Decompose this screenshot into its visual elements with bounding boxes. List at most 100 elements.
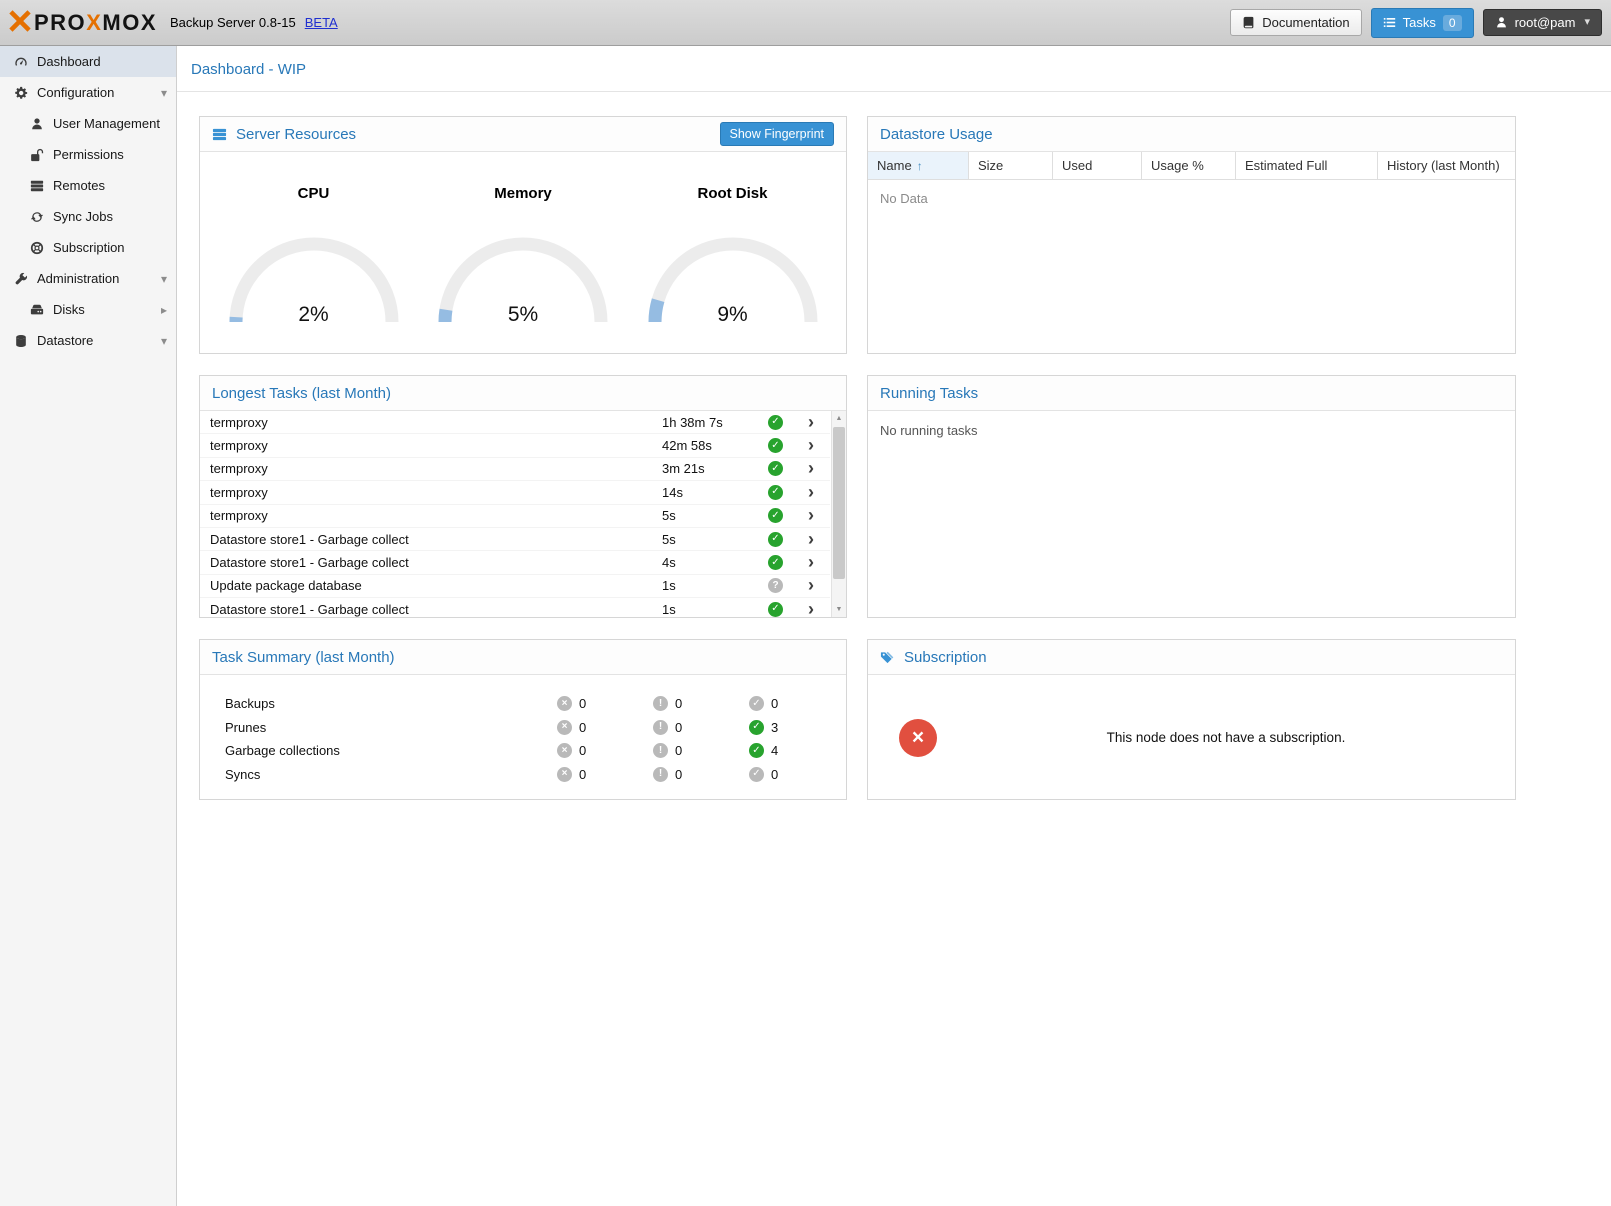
chevron-right-icon[interactable]: › xyxy=(804,458,830,479)
summary-count: 0 xyxy=(771,767,778,782)
top-bar: PROXMOX Backup Server 0.8-15 BETA Docume… xyxy=(0,0,1611,46)
chevron-right-icon[interactable]: › xyxy=(804,552,830,573)
server-resources-header: Server Resources Show Fingerprint xyxy=(200,117,846,152)
sidebar-item-sync-jobs[interactable]: Sync Jobs xyxy=(0,201,176,232)
task-row[interactable]: termproxy5s✓› xyxy=(200,505,830,528)
sidebar-item-label: Disks xyxy=(53,302,85,317)
show-fingerprint-button[interactable]: Show Fingerprint xyxy=(720,122,835,147)
documentation-button[interactable]: Documentation xyxy=(1230,9,1361,36)
summary-count: 0 xyxy=(675,696,682,711)
book-icon xyxy=(1242,16,1255,29)
column-header-estimated-full[interactable]: Estimated Full xyxy=(1236,152,1378,179)
scroll-down-icon[interactable]: ▼ xyxy=(832,602,846,617)
summary-count-cell: ✓4 xyxy=(749,743,846,758)
task-duration: 1h 38m 7s xyxy=(662,415,768,430)
status-ok-icon: ✓ xyxy=(768,602,783,617)
scroll-up-icon[interactable]: ▲ xyxy=(832,411,846,426)
chevron-right-icon[interactable]: › xyxy=(804,599,830,617)
chevron-right-icon[interactable]: › xyxy=(804,529,830,550)
status-ok-icon: ✓ xyxy=(768,555,783,570)
task-duration: 4s xyxy=(662,555,768,570)
longest-tasks-title: Longest Tasks (last Month) xyxy=(212,385,391,402)
summary-count-cell: !0 xyxy=(653,743,749,758)
server-resources-panel: Server Resources Show Fingerprint CPU2%M… xyxy=(199,116,847,354)
sidebar-item-subscription[interactable]: Subscription xyxy=(0,232,176,263)
task-row[interactable]: termproxy42m 58s✓› xyxy=(200,434,830,457)
status-ok-icon: ✓ xyxy=(768,532,783,547)
summary-label: Syncs xyxy=(225,767,557,782)
sidebar-item-configuration[interactable]: Configuration xyxy=(0,77,176,108)
gauge-percent: 9% xyxy=(637,303,829,327)
proxmox-logo: PROXMOX xyxy=(9,10,157,36)
status-ok-icon: ✓ xyxy=(768,508,783,523)
datastore-usage-title: Datastore Usage xyxy=(880,126,993,143)
caret-right-icon[interactable] xyxy=(161,303,167,317)
server-resources-title: Server Resources xyxy=(236,126,356,143)
datastore-usage-panel: Datastore Usage Name ↑ Size Used Usage %… xyxy=(867,116,1516,354)
summary-row-garbage-collections: Garbage collections×0!0✓4 xyxy=(225,739,846,763)
subscription-panel: Subscription × This node does not have a… xyxy=(867,639,1516,800)
task-name: Update package database xyxy=(210,578,662,593)
subscription-title: Subscription xyxy=(904,649,987,666)
chevron-right-icon[interactable]: › xyxy=(804,482,830,503)
vertical-scrollbar[interactable]: ▲ ▼ xyxy=(831,411,846,617)
right-column: Datastore Usage Name ↑ Size Used Usage %… xyxy=(867,116,1516,800)
scrollbar-thumb[interactable] xyxy=(833,427,845,579)
sidebar-item-disks[interactable]: Disks xyxy=(0,294,176,325)
user-menu-button[interactable]: root@pam ▾ xyxy=(1483,9,1602,36)
column-header-name[interactable]: Name ↑ xyxy=(868,152,969,179)
sidebar-item-user-management[interactable]: User Management xyxy=(0,108,176,139)
sidebar-item-dashboard[interactable]: Dashboard xyxy=(0,46,176,77)
caret-down-icon[interactable] xyxy=(161,272,167,286)
task-summary-header: Task Summary (last Month) xyxy=(200,640,846,675)
caret-down-icon[interactable] xyxy=(161,86,167,100)
task-name: termproxy xyxy=(210,485,662,500)
user-icon xyxy=(29,117,44,131)
summary-count-cell: ×0 xyxy=(557,720,653,735)
caret-down-icon[interactable] xyxy=(161,334,167,348)
summary-count: 0 xyxy=(579,696,586,711)
sidebar-item-administration[interactable]: Administration xyxy=(0,263,176,294)
task-row[interactable]: termproxy3m 21s✓› xyxy=(200,458,830,481)
longest-tasks-panel: Longest Tasks (last Month) termproxy1h 3… xyxy=(199,375,847,618)
sidebar-item-datastore[interactable]: Datastore xyxy=(0,325,176,356)
summary-label: Garbage collections xyxy=(225,743,557,758)
sidebar-item-label: Configuration xyxy=(37,85,114,100)
tasks-count-badge: 0 xyxy=(1443,15,1462,31)
longest-tasks-body: termproxy1h 38m 7s✓›termproxy42m 58s✓›te… xyxy=(200,411,846,617)
task-row[interactable]: termproxy1h 38m 7s✓› xyxy=(200,411,830,434)
server-bars-icon xyxy=(212,127,227,142)
datastore-usage-header: Datastore Usage xyxy=(868,117,1515,152)
root-disk-gauge: Root Disk9% xyxy=(637,185,829,329)
column-header-history[interactable]: History (last Month) xyxy=(1378,152,1515,179)
chevron-right-icon[interactable]: › xyxy=(804,412,830,433)
task-row[interactable]: Datastore store1 - Garbage collect5s✓› xyxy=(200,528,830,551)
chevron-right-icon[interactable]: › xyxy=(804,505,830,526)
summary-count-cell: !0 xyxy=(653,767,749,782)
task-row[interactable]: termproxy14s✓› xyxy=(200,481,830,504)
status-ok-icon: ✓ xyxy=(768,485,783,500)
chevron-right-icon[interactable]: › xyxy=(804,435,830,456)
task-row[interactable]: Datastore store1 - Garbage collect4s✓› xyxy=(200,551,830,574)
column-header-size[interactable]: Size xyxy=(969,152,1053,179)
task-row[interactable]: Update package database1s?› xyxy=(200,575,830,598)
summary-count: 0 xyxy=(579,743,586,758)
tasks-button[interactable]: Tasks 0 xyxy=(1371,8,1474,38)
ok-count-icon: ✓ xyxy=(749,720,764,735)
sidebar-item-permissions[interactable]: Permissions xyxy=(0,139,176,170)
ok-count-icon: ✓ xyxy=(749,743,764,758)
cogs-icon xyxy=(13,86,28,100)
summary-row-prunes: Prunes×0!0✓3 xyxy=(225,716,846,740)
sidebar-item-remotes[interactable]: Remotes xyxy=(0,170,176,201)
beta-link[interactable]: BETA xyxy=(305,15,338,30)
column-header-usage-pct[interactable]: Usage % xyxy=(1142,152,1236,179)
status-ok-icon: ✓ xyxy=(768,438,783,453)
chevron-right-icon[interactable]: › xyxy=(804,575,830,596)
summary-count: 0 xyxy=(675,720,682,735)
task-row[interactable]: Datastore store1 - Garbage collect1s✓› xyxy=(200,598,830,617)
column-header-used[interactable]: Used xyxy=(1053,152,1142,179)
proxmox-x-mark-icon xyxy=(9,10,31,35)
sidebar: Dashboard Configuration User ManagementPer… xyxy=(0,46,177,1206)
tachometer-icon xyxy=(13,55,28,69)
summary-count-cell: !0 xyxy=(653,720,749,735)
